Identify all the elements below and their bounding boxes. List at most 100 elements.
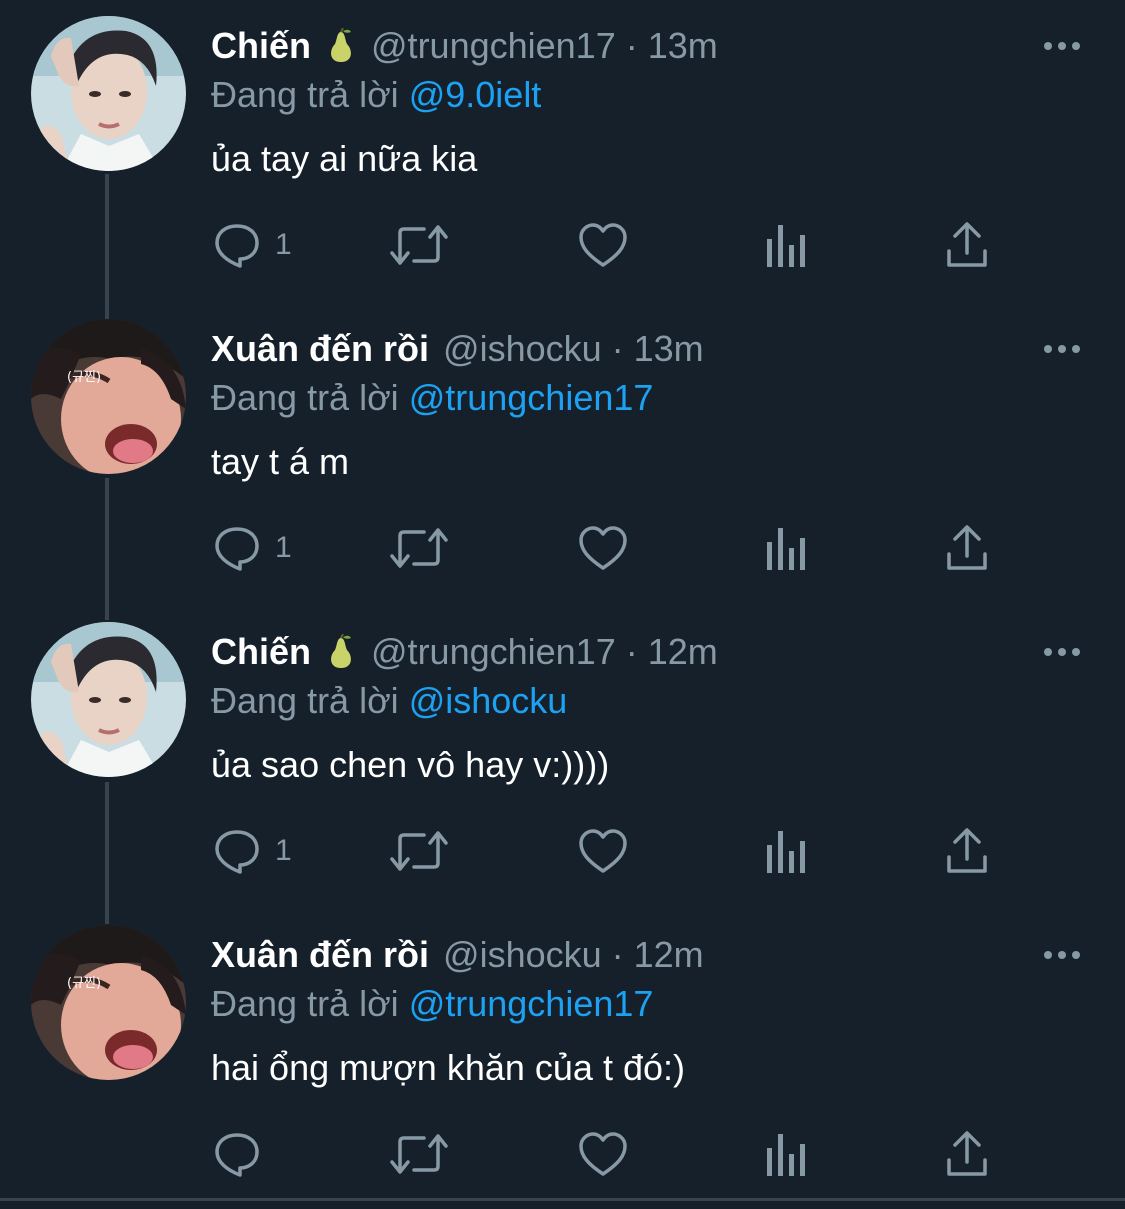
analytics-button[interactable] bbox=[765, 220, 807, 270]
timestamp[interactable]: 13m bbox=[648, 25, 718, 67]
reply-count: 1 bbox=[275, 834, 292, 867]
display-name[interactable]: Xuân đến rồi bbox=[211, 328, 429, 370]
tweet[interactable]: (규찐) Xuân đến rồi @ishocku · 12m Đang tr… bbox=[0, 909, 1125, 1209]
tweet[interactable]: Chiến @trungchien17 · 12m Đang trả lời @… bbox=[0, 606, 1125, 906]
share-button[interactable] bbox=[945, 523, 989, 573]
analytics-icon bbox=[767, 831, 805, 873]
analytics-icon bbox=[767, 1134, 805, 1176]
replying-to: Đang trả lời @trungchien17 bbox=[211, 377, 653, 419]
replying-to-label: Đang trả lời bbox=[211, 377, 399, 418]
avatar[interactable] bbox=[31, 622, 186, 777]
more-icon[interactable] bbox=[1042, 26, 1082, 66]
reply-button[interactable]: 1 bbox=[213, 523, 292, 573]
more-icon[interactable] bbox=[1042, 632, 1082, 672]
analytics-icon bbox=[767, 225, 805, 267]
user-handle[interactable]: @trungchien17 bbox=[371, 25, 616, 67]
share-icon bbox=[947, 1131, 987, 1176]
replying-to: Đang trả lời @ishocku bbox=[211, 680, 567, 722]
display-name[interactable]: Xuân đến rồi bbox=[211, 934, 429, 976]
like-button[interactable] bbox=[578, 523, 628, 573]
analytics-icon bbox=[767, 528, 805, 570]
heart-icon bbox=[579, 829, 627, 873]
reply-icon bbox=[215, 1133, 259, 1177]
avatar[interactable]: (규찐) bbox=[31, 925, 186, 1080]
avatar[interactable]: (규찐) bbox=[31, 319, 186, 474]
pear-icon bbox=[325, 633, 357, 670]
tweet-text: ủa tay ai nữa kia bbox=[211, 138, 478, 179]
share-icon bbox=[947, 828, 987, 873]
tweet[interactable]: Chiến @trungchien17 · 13m Đang trả lời @… bbox=[0, 0, 1125, 300]
pear-icon bbox=[325, 27, 357, 64]
display-name[interactable]: Chiến bbox=[211, 631, 311, 673]
retweet-button[interactable] bbox=[390, 1129, 448, 1179]
display-name[interactable]: Chiến bbox=[211, 25, 311, 67]
bottom-divider bbox=[0, 1198, 1125, 1201]
heart-icon bbox=[579, 223, 627, 267]
like-button[interactable] bbox=[578, 220, 628, 270]
retweet-icon bbox=[390, 528, 448, 568]
avatar-overlay-text: (규찐) bbox=[67, 976, 101, 991]
user-handle[interactable]: @trungchien17 bbox=[371, 631, 616, 673]
replying-to-label: Đang trả lời bbox=[211, 983, 399, 1024]
replying-to-handle[interactable]: @trungchien17 bbox=[409, 377, 654, 418]
reply-icon bbox=[215, 224, 259, 268]
share-icon bbox=[947, 222, 987, 267]
action-bar bbox=[0, 1109, 1125, 1199]
tweet-header: Xuân đến rồi @ishocku · 13m bbox=[211, 323, 704, 375]
tweet-header: Xuân đến rồi @ishocku · 12m bbox=[211, 929, 704, 981]
replying-to-label: Đang trả lời bbox=[211, 680, 399, 721]
replying-to: Đang trả lời @9.0ielt bbox=[211, 74, 541, 116]
tweet-text: ủa sao chen vô hay v:)))) bbox=[211, 744, 610, 785]
reply-count: 1 bbox=[275, 228, 292, 261]
action-bar: 1 bbox=[0, 503, 1125, 593]
tweet-text: tay t á m bbox=[211, 441, 350, 482]
more-icon[interactable] bbox=[1042, 935, 1082, 975]
share-icon bbox=[947, 525, 987, 570]
replying-to-handle[interactable]: @trungchien17 bbox=[409, 983, 654, 1024]
tweet-text: hai ổng mượn khăn của t đó:) bbox=[211, 1047, 685, 1088]
user-handle[interactable]: @ishocku bbox=[443, 934, 602, 976]
share-button[interactable] bbox=[945, 220, 989, 270]
separator-dot: · bbox=[625, 25, 638, 66]
reply-icon bbox=[215, 830, 259, 874]
replying-to-handle[interactable]: @9.0ielt bbox=[409, 74, 542, 115]
like-button[interactable] bbox=[578, 826, 628, 876]
action-bar: 1 bbox=[0, 200, 1125, 290]
timestamp[interactable]: 12m bbox=[634, 934, 704, 976]
more-icon[interactable] bbox=[1042, 329, 1082, 369]
retweet-button[interactable] bbox=[390, 826, 448, 876]
timestamp[interactable]: 13m bbox=[634, 328, 704, 370]
separator-dot: · bbox=[625, 631, 638, 672]
like-button[interactable] bbox=[578, 1129, 628, 1179]
analytics-button[interactable] bbox=[765, 826, 807, 876]
replying-to-label: Đang trả lời bbox=[211, 74, 399, 115]
separator-dot: · bbox=[611, 934, 624, 975]
retweet-icon bbox=[390, 225, 448, 265]
tweet[interactable]: (규찐) Xuân đến rồi @ishocku · 13m Đang tr… bbox=[0, 303, 1125, 603]
reply-count: 1 bbox=[275, 531, 292, 564]
tweet-header: Chiến @trungchien17 · 13m bbox=[211, 20, 718, 72]
heart-icon bbox=[579, 1132, 627, 1176]
reply-icon bbox=[215, 527, 259, 571]
reply-button[interactable] bbox=[213, 1129, 275, 1179]
heart-icon bbox=[579, 526, 627, 570]
replying-to: Đang trả lời @trungchien17 bbox=[211, 983, 653, 1025]
retweet-icon bbox=[390, 831, 448, 871]
reply-button[interactable]: 1 bbox=[213, 826, 292, 876]
separator-dot: · bbox=[611, 328, 624, 369]
avatar-overlay-text: (규찐) bbox=[67, 370, 101, 385]
timestamp[interactable]: 12m bbox=[648, 631, 718, 673]
retweet-button[interactable] bbox=[390, 523, 448, 573]
share-button[interactable] bbox=[945, 826, 989, 876]
retweet-icon bbox=[390, 1134, 448, 1174]
action-bar: 1 bbox=[0, 806, 1125, 896]
tweet-header: Chiến @trungchien17 · 12m bbox=[211, 626, 718, 678]
avatar[interactable] bbox=[31, 16, 186, 171]
analytics-button[interactable] bbox=[765, 1129, 807, 1179]
retweet-button[interactable] bbox=[390, 220, 448, 270]
user-handle[interactable]: @ishocku bbox=[443, 328, 602, 370]
reply-button[interactable]: 1 bbox=[213, 220, 292, 270]
analytics-button[interactable] bbox=[765, 523, 807, 573]
replying-to-handle[interactable]: @ishocku bbox=[409, 680, 568, 721]
share-button[interactable] bbox=[945, 1129, 989, 1179]
